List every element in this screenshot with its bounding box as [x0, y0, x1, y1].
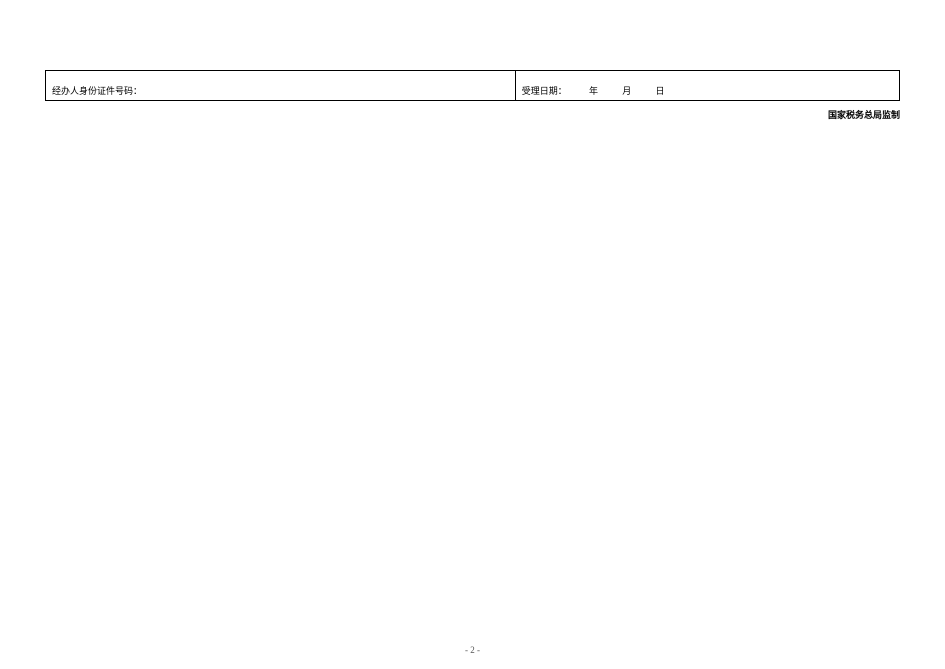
page-number: - 2 - — [0, 645, 945, 655]
acceptance-date-cell: 受理日期： 年 月 日 — [515, 71, 899, 101]
day-unit: 日 — [655, 86, 664, 96]
document-page: 经办人身份证件号码： 受理日期： 年 月 日 国家税务总局监制 - 2 - — [0, 0, 945, 669]
form-table: 经办人身份证件号码： 受理日期： 年 月 日 — [45, 70, 900, 101]
handler-id-label: 经办人身份证件号码： — [52, 86, 142, 96]
handler-id-cell: 经办人身份证件号码： — [46, 71, 516, 101]
month-unit: 月 — [622, 86, 631, 96]
table-row: 经办人身份证件号码： 受理日期： 年 月 日 — [46, 71, 900, 101]
year-unit: 年 — [589, 86, 598, 96]
issuer-text: 国家税务总局监制 — [828, 108, 900, 121]
acceptance-date-label: 受理日期： — [522, 86, 567, 96]
acceptance-date-line: 受理日期： 年 月 日 — [522, 85, 673, 98]
